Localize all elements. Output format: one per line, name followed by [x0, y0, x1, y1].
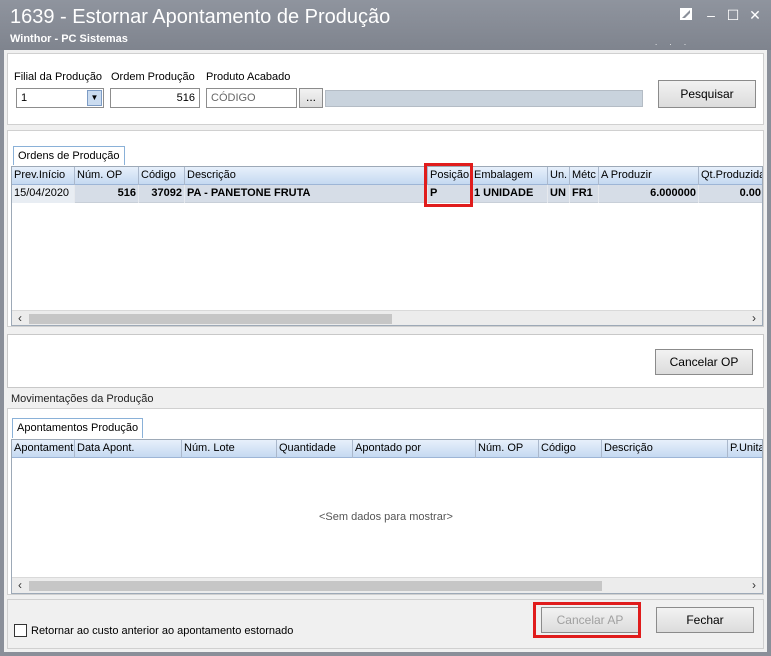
cell-num-op: 516 — [75, 185, 139, 203]
window-title: 1639 - Estornar Apontamento de Produção — [10, 6, 391, 28]
title-dots: . . . — [655, 38, 692, 47]
col-p-unitario[interactable]: P.Unita — [728, 440, 762, 458]
cell-qt-produzida: 0.00 — [699, 185, 762, 203]
table-row[interactable]: 15/04/2020 516 37092 PA - PANETONE FRUTA… — [12, 185, 762, 203]
produto-description-field — [325, 90, 643, 107]
filial-label: Filial da Produção — [14, 71, 103, 83]
client-area: Filial da Produção 1 ▼ Ordem Produção 51… — [4, 50, 767, 652]
orders-grid: Prev.Início Núm. OP Código Descrição Pos… — [11, 166, 763, 326]
col-codigo[interactable]: Código — [539, 440, 602, 458]
movements-horizontal-scrollbar[interactable]: ‹ › — [12, 577, 762, 593]
col-a-produzir[interactable]: A Produzir — [599, 167, 699, 185]
scroll-right-icon[interactable]: › — [746, 311, 762, 325]
tab-apontamentos-producao[interactable]: Apontamentos Produção — [12, 418, 144, 438]
cancel-ap-highlight — [533, 602, 641, 638]
edit-icon[interactable] — [678, 7, 694, 23]
col-prev-inicio[interactable]: Prev.Início — [12, 167, 75, 185]
col-descricao[interactable]: Descrição — [185, 167, 428, 185]
movements-group-label: Movimentações da Produção — [11, 393, 154, 405]
search-button[interactable]: Pesquisar — [658, 80, 756, 108]
maximize-button[interactable]: ☐ — [725, 7, 741, 23]
window-subtitle: Winthor - PC Sistemas — [10, 33, 128, 45]
close-button[interactable]: ✕ — [747, 7, 763, 23]
chevron-down-icon[interactable]: ▼ — [87, 90, 102, 106]
cell-embalagem: 1 UNIDADE — [472, 185, 548, 203]
col-descricao[interactable]: Descrição — [602, 440, 728, 458]
col-quantidade[interactable]: Quantidade — [277, 440, 353, 458]
cancel-op-button[interactable]: Cancelar OP — [655, 349, 753, 375]
col-apontamento[interactable]: Apontament — [12, 440, 75, 458]
movements-grid-header: Apontament Data Apont. Núm. Lote Quantid… — [12, 440, 762, 458]
col-num-lote[interactable]: Núm. Lote — [182, 440, 277, 458]
minimize-button[interactable]: – — [703, 7, 719, 23]
filial-value: 1 — [21, 92, 28, 104]
col-apontado-por[interactable]: Apontado por — [353, 440, 476, 458]
movements-panel: Apontamentos Produção Apontament Data Ap… — [7, 408, 764, 595]
cell-descricao: PA - PANETONE FRUTA — [185, 185, 428, 203]
col-data-apont[interactable]: Data Apont. — [75, 440, 182, 458]
ordem-label: Ordem Produção — [111, 71, 195, 83]
ordem-input[interactable]: 516 — [110, 88, 200, 108]
cell-prev-inicio: 15/04/2020 — [12, 185, 75, 203]
col-codigo[interactable]: Código — [139, 167, 185, 185]
posicao-highlight — [424, 163, 473, 207]
movements-grid: Apontament Data Apont. Núm. Lote Quantid… — [11, 439, 763, 594]
cell-un: UN — [548, 185, 570, 203]
filial-select[interactable]: 1 ▼ — [16, 88, 104, 108]
scroll-left-icon[interactable]: ‹ — [12, 578, 28, 593]
tab-ordens-producao[interactable]: Ordens de Produção — [13, 146, 125, 165]
col-num-op[interactable]: Núm. OP — [476, 440, 539, 458]
empty-state-text: <Sem dados para mostrar> — [319, 511, 453, 523]
cell-a-produzir: 6.000000 — [599, 185, 699, 203]
filter-panel: Filial da Produção 1 ▼ Ordem Produção 51… — [7, 53, 764, 125]
orders-panel: Ordens de Produção Prev.Início Núm. OP C… — [7, 130, 764, 327]
retornar-custo-label: Retornar ao custo anterior ao apontament… — [31, 625, 294, 637]
close-window-button[interactable]: Fechar — [656, 607, 754, 633]
col-un[interactable]: Un. — [548, 167, 570, 185]
cell-codigo: 37092 — [139, 185, 185, 203]
scroll-left-icon[interactable]: ‹ — [12, 311, 28, 325]
footer-panel: Retornar ao custo anterior ao apontament… — [7, 599, 764, 649]
produto-label: Produto Acabado — [206, 71, 291, 83]
orders-horizontal-scrollbar[interactable]: ‹ › — [12, 310, 762, 325]
scroll-thumb[interactable] — [29, 581, 602, 591]
scroll-right-icon[interactable]: › — [746, 578, 762, 593]
application-window: 1639 - Estornar Apontamento de Produção … — [0, 0, 771, 656]
cell-metodo: FR1 — [570, 185, 599, 203]
retornar-custo-checkbox[interactable] — [14, 624, 27, 637]
lookup-button[interactable]: ... — [299, 88, 323, 108]
col-num-op[interactable]: Núm. OP — [75, 167, 139, 185]
title-bar: 1639 - Estornar Apontamento de Produção … — [0, 0, 771, 50]
orders-grid-header: Prev.Início Núm. OP Código Descrição Pos… — [12, 167, 762, 185]
col-qt-produzida[interactable]: Qt.Produzida — [699, 167, 762, 185]
produto-input[interactable]: CÓDIGO — [206, 88, 297, 108]
col-metodo[interactable]: Métc — [570, 167, 599, 185]
scroll-thumb[interactable] — [29, 314, 392, 324]
col-embalagem[interactable]: Embalagem — [472, 167, 548, 185]
cancel-op-panel: Cancelar OP — [7, 334, 764, 388]
